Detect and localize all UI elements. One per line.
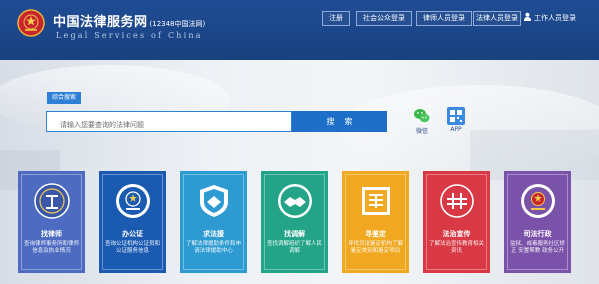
card-title: 找律师 <box>41 230 62 238</box>
nav-legal-staff-login-button[interactable]: 法律人员登录 <box>473 11 521 26</box>
card-desc: 了解法律援助条件和申请法律援助中心 <box>186 241 242 254</box>
national-emblem-icon[interactable] <box>17 9 45 37</box>
service-card-appraisal[interactable]: 寻鉴定 寻找司法鉴定机构了解鉴定类别和鉴定项目 <box>342 171 409 273</box>
service-card-publicity[interactable]: 法治宣传 了解法治宣传教育相关资讯 <box>423 171 490 273</box>
wechat-label: 微信 <box>415 128 428 135</box>
staff-login-link[interactable]: 工作人员登录 <box>523 11 576 26</box>
card-title: 求法援 <box>203 230 224 238</box>
staff-login-label: 工作人员登录 <box>534 14 576 22</box>
nav-register-button[interactable]: 注册 <box>322 11 350 26</box>
mediation-handshake-icon <box>277 184 312 218</box>
site-header: 中国法律服务网 (12348中国法网) Legal Services of Chi… <box>0 0 599 60</box>
site-title-sub: (12348中国法网) <box>149 20 206 28</box>
site-subtitle-en: Legal Services of China <box>56 31 203 40</box>
service-card-legal-aid[interactable]: 求法援 了解法律援助条件和申请法律援助中心 <box>180 171 247 273</box>
card-desc: 查询公证机构公证员和公证服务信息 <box>105 241 161 254</box>
legal-aid-shield-icon <box>199 185 228 217</box>
service-card-find-lawyer[interactable]: 找律师 查询律师事务所和律师信息及执业情况 <box>18 171 85 273</box>
card-title: 法治宣传 <box>442 230 471 238</box>
wechat-icon[interactable] <box>413 107 431 125</box>
app-icon[interactable] <box>447 107 465 125</box>
card-title: 寻鉴定 <box>365 230 386 238</box>
nav-public-login-button[interactable]: 社会公众登录 <box>356 11 412 26</box>
justice-emblem-icon <box>520 184 555 218</box>
card-title: 找调解 <box>284 230 305 238</box>
search-box <box>46 111 292 135</box>
app-label: APP <box>450 126 462 133</box>
card-desc: 寻找司法鉴定机构了解鉴定类别和鉴定项目 <box>348 241 404 254</box>
nav-lawyer-login-button[interactable]: 律师人员登录 <box>416 11 472 26</box>
card-desc: 了解法治宣传教育相关资讯 <box>429 241 485 254</box>
notary-emblem-icon <box>115 184 150 218</box>
person-icon <box>523 12 532 21</box>
lawyer-emblem-icon <box>33 183 70 219</box>
search-tab[interactable]: 综合搜索 <box>47 92 81 104</box>
service-card-mediation[interactable]: 找调解 查找调解组织了解人民调解 <box>261 171 328 273</box>
publicity-icon <box>439 184 474 218</box>
card-desc: 查询律师事务所和律师信息及执业情况 <box>24 241 80 254</box>
site-title[interactable]: 中国法律服务网 (12348中国法网) <box>53 11 205 30</box>
card-desc: 查找调解组织了解人民调解 <box>267 241 323 254</box>
appraisal-seal-icon <box>361 187 390 215</box>
site-title-text: 中国法律服务网 <box>53 15 148 30</box>
card-desc: 监狱、戒毒服务社区矫正 安置帮教 政务公开 <box>510 241 566 254</box>
service-card-notary[interactable]: 办公证 查询公证机构公证员和公证服务信息 <box>99 171 166 273</box>
search-button[interactable]: 搜索 <box>292 111 387 132</box>
search-input[interactable] <box>47 115 291 135</box>
card-title: 办公证 <box>122 230 143 238</box>
service-card-judicial-admin[interactable]: 司法行政 监狱、戒毒服务社区矫正 安置帮教 政务公开 <box>504 171 571 273</box>
card-title: 司法行政 <box>523 230 552 238</box>
